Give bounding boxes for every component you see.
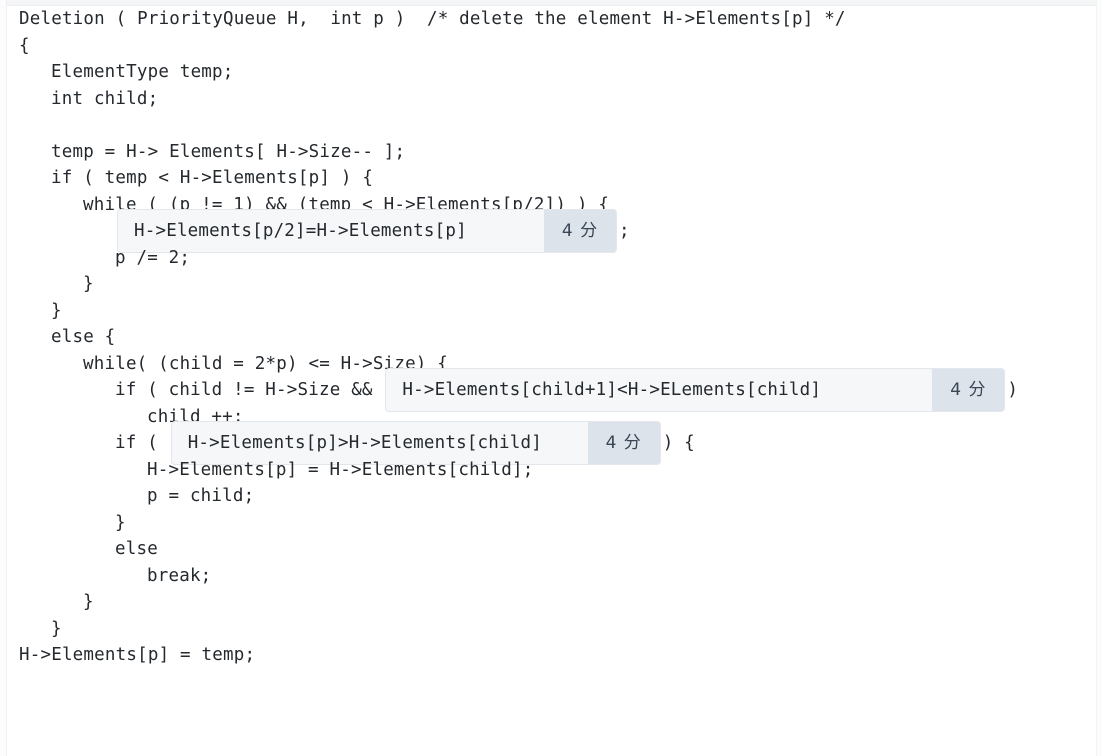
code-text: p = child; [147,486,255,506]
code-text: if ( temp < H->Elements[p] ) { [51,168,374,188]
answer-field-1[interactable]: H->Elements[p/2]=H->Elements[p] 4 分 [117,209,617,254]
code-line: } [8,271,1094,298]
code-line: } [8,589,1094,616]
code-suffix: ; [619,221,630,241]
code-text: temp = H-> Elements[ H->Size-- ]; [51,141,406,162]
score-badge-3: 4 分 [587,422,660,465]
code-line: } [8,510,1094,537]
code-text: else { [51,327,116,347]
page-right-gutter [1096,0,1102,756]
code-text: } [115,512,126,533]
score-badge-2: 4 分 [932,369,1005,412]
score-badge-1: 4 分 [544,210,616,253]
code-text: } [51,618,62,639]
code-text: } [51,300,62,321]
code-line: Deletion ( PriorityQueue H, int p ) /* d… [8,6,1094,33]
code-prefix: if ( [115,433,169,453]
code-text: H->Elements[p] = temp; [19,645,256,665]
code-line-with-blank-3: if ( H->Elements[p]>H->Elements[child] 4… [8,421,1094,466]
code-line-with-blank-1: H->Elements[p/2]=H->Elements[p] 4 分 ; [8,209,1094,254]
code-text: ElementType temp; [51,62,234,82]
code-line: else [8,536,1094,563]
answer-text-2[interactable]: H->Elements[child+1]<H->ELements[child] [386,369,932,411]
code-block: Deletion ( PriorityQueue H, int p ) /* d… [8,6,1094,756]
code-text: { [19,35,30,56]
code-line: { [8,33,1094,60]
code-line: p = child; [8,483,1094,510]
code-line: if ( temp < H->Elements[p] ) { [8,165,1094,192]
code-suffix: ) [1007,380,1019,400]
code-line: ElementType temp; [8,59,1094,86]
code-text: int child; [51,88,159,109]
code-prefix: if ( child != H->Size && [115,380,384,400]
code-text: else [115,539,158,559]
code-text: p /= 2; [115,247,191,268]
code-line: } [8,616,1094,643]
code-line: int child; [8,86,1094,113]
code-suffix: ) { [662,433,695,453]
code-text: } [83,592,94,612]
code-line: temp = H-> Elements[ H->Size-- ]; [8,139,1094,166]
code-text: Deletion ( PriorityQueue H, int p ) /* d… [19,9,846,29]
page-left-gutter [0,0,7,756]
code-line: break; [8,563,1094,590]
code-line: } [8,298,1094,325]
code-line-with-blank-2: if ( child != H->Size && H->Elements[chi… [8,368,1094,413]
code-line: else { [8,324,1094,351]
code-text: } [83,274,94,294]
answer-field-2[interactable]: H->Elements[child+1]<H->ELements[child] … [385,368,1006,413]
code-line: H->Elements[p] = temp; [8,642,1094,669]
code-text: break; [147,565,212,586]
code-text: H->Elements[p] = H->Elements[child]; [147,459,534,480]
